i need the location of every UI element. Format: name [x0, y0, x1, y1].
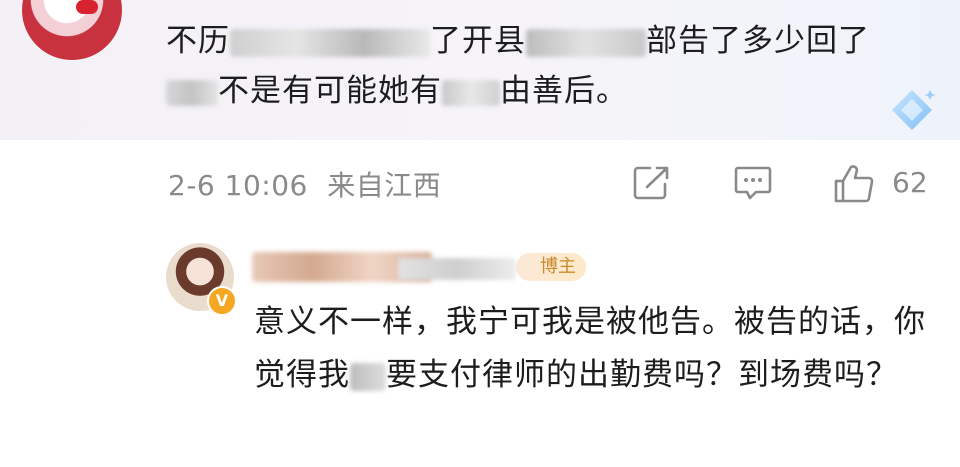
like-count: 62 — [892, 166, 928, 199]
redacted-text — [442, 79, 500, 106]
comment-text-segment: 由善后。 — [500, 73, 628, 109]
redacted-text — [526, 28, 646, 57]
diamond-badge-icon — [892, 90, 936, 130]
comment-location: 来自江西 — [327, 169, 442, 202]
comment-icon[interactable] — [733, 164, 773, 202]
comment-meta: 2-6 10:06 来自江西 — [168, 164, 441, 204]
verified-v-icon: V — [207, 286, 237, 316]
share-icon[interactable] — [632, 164, 672, 202]
comment-text-segment: 部告了多少回了 — [646, 23, 870, 59]
avatar-bow-decoration — [76, 0, 98, 14]
reply-text-segment: 要支付律师的出勤费吗？到场费吗？ — [386, 357, 898, 393]
redacted-watermark — [398, 258, 516, 280]
comment-text-segment: 不历 — [166, 23, 230, 59]
redacted-text — [166, 79, 218, 106]
comment-text: 不历 了开县 部告了多少回了不是有可能她有 由善后。 — [166, 16, 886, 116]
comment-date: 2-6 10:06 — [168, 169, 308, 202]
comment-text-segment: 不是有可能她有 — [218, 73, 442, 109]
comment-text-segment: 了开县 — [430, 23, 526, 59]
author-role-label: 博主 — [540, 256, 576, 277]
like-icon[interactable] — [832, 164, 876, 204]
redacted-text — [230, 28, 430, 57]
redacted-text — [350, 362, 386, 391]
author-role-tag: 博主 — [516, 253, 586, 281]
reply-text: 意义不一样，我宁可我是被他告。被告的话，你觉得我 要支付律师的出勤费吗？到场费吗？ — [254, 296, 934, 402]
